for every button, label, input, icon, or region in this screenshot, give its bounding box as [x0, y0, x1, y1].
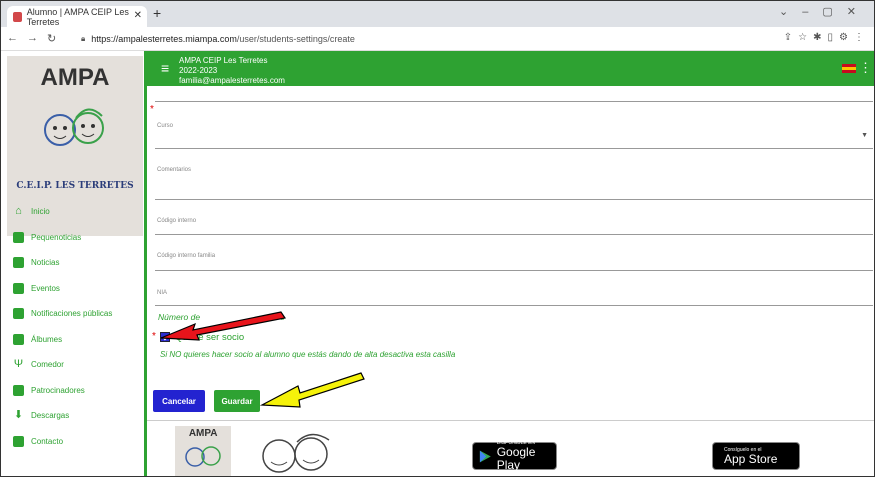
photo-icon	[13, 333, 24, 345]
news-icon	[13, 257, 24, 269]
sidebar-item-label: Noticias	[31, 258, 60, 268]
url-field[interactable]: 🔒︎ https://ampalesterretes.miampa.com /u…	[81, 30, 781, 48]
favicon-icon	[13, 11, 22, 22]
cutlery-icon: Ψ	[13, 358, 24, 371]
sidebar-item-label: Eventos	[31, 283, 60, 293]
codigo-familia-label: Código interno familia	[157, 253, 216, 259]
sidebar-item-label: Pequenoticias	[31, 232, 82, 242]
logo-subtitle: C.E.I.P. LES TERRETES	[16, 181, 134, 191]
sidebar-item-label: Inicio	[31, 207, 50, 217]
back-icon[interactable]: ←	[7, 32, 18, 44]
footer-logo-text: AMPA	[188, 428, 218, 439]
sidebar-item-label: Descargas	[31, 411, 70, 421]
student-form: * Curso ▼ Comentarios Código interno Cód…	[147, 86, 874, 476]
contact-icon	[13, 435, 24, 447]
app-header: ≡ AMPA CEIP Les Terretes 2022-2023 famil…	[147, 51, 874, 86]
browser-window: Alumno | AMPA CEIP Les Terretes ✕ + ⌄–▢✕…	[0, 0, 875, 477]
tab-bar: Alumno | AMPA CEIP Les Terretes ✕ + ⌄–▢✕	[1, 1, 874, 27]
required-marker: *	[150, 104, 154, 115]
sidebar-item-descargas[interactable]: ⬇ Descargas	[1, 403, 141, 429]
curso-select[interactable]: Curso ▼	[155, 106, 873, 149]
sidebar-item-label: Álbumes	[31, 334, 63, 344]
spain-flag-icon[interactable]	[842, 64, 856, 73]
sidebar-item-label: Patrocinadores	[31, 385, 85, 395]
nia-field[interactable]: NIA	[155, 271, 873, 306]
user-email: familia@ampalesterretes.com	[179, 76, 285, 85]
sidebar-item-label: Contacto	[31, 436, 64, 446]
org-name: AMPA CEIP Les Terretes	[179, 56, 268, 65]
menu-icon[interactable]: ≡	[161, 60, 169, 76]
codigo-interno-label: Código interno	[157, 218, 197, 224]
red-annotation-arrow	[160, 311, 286, 341]
google-play-badge[interactable]: DISPONIBLE EN Google Play	[472, 440, 557, 472]
sidebar-item-label: Comedor	[31, 360, 64, 370]
browser-tab[interactable]: Alumno | AMPA CEIP Les Terretes ✕	[7, 6, 147, 27]
apple-big-text: App Store	[724, 451, 778, 466]
sidebar-item-eventos[interactable]: Eventos	[1, 276, 141, 302]
codigo-interno-field[interactable]: Código interno	[155, 200, 873, 235]
google-play-icon	[479, 450, 491, 462]
url-path: /user/students-settings/create	[236, 34, 355, 44]
sidebar: AMPA C.E.I.P. LES TERRETES ⌂ Inicio Pequ…	[1, 51, 147, 476]
address-bar: ← → ↻ 🔒︎ https://ampalesterretes.miampa.…	[1, 27, 874, 51]
sidebar-item-contacto[interactable]: Contacto	[1, 429, 141, 455]
more-options-icon[interactable]: ⋮	[859, 60, 872, 76]
reload-icon[interactable]: ↻	[47, 32, 56, 45]
news-icon	[13, 231, 24, 243]
sidebar-item-pequenoticias[interactable]: Pequenoticias	[1, 225, 141, 251]
logo-title: AMPA	[40, 64, 110, 91]
yellow-annotation-arrow	[259, 372, 365, 408]
kids-drawing-icon	[44, 108, 104, 146]
close-tab-icon[interactable]: ✕	[134, 10, 142, 21]
forward-icon[interactable]: →	[27, 32, 38, 44]
dropdown-arrow-icon: ▼	[861, 132, 868, 139]
window-controls[interactable]: ⌄–▢✕	[779, 5, 870, 18]
lock-icon: 🔒︎	[81, 34, 86, 43]
toolbar-icons[interactable]: ⇪☆✱▯⚙⋮	[784, 32, 870, 43]
sidebar-item-label: Notificaciones públicas	[31, 309, 113, 319]
tab-title: Alumno | AMPA CEIP Les Terretes	[26, 6, 129, 27]
school-year: 2022-2023	[179, 66, 218, 75]
new-tab-icon[interactable]: +	[153, 5, 161, 21]
cancel-button[interactable]: Cancelar	[153, 390, 205, 412]
sidebar-item-notificaciones[interactable]: Notificaciones públicas	[1, 301, 141, 327]
sidebar-item-albumes[interactable]: Álbumes	[1, 327, 141, 353]
save-button[interactable]: Guardar	[214, 390, 260, 412]
sidebar-nav: ⌂ Inicio Pequenoticias Noticias Eventos …	[1, 199, 141, 454]
sidebar-item-patrocinadores[interactable]: Patrocinadores	[1, 378, 141, 404]
sidebar-item-inicio[interactable]: ⌂ Inicio	[1, 199, 141, 225]
url-host: https://ampalesterretes.miampa.com	[91, 34, 237, 44]
codigo-familia-field[interactable]: Código interno familia	[155, 235, 873, 271]
socio-help-text: Si NO quieres hacer socio al alumno que …	[160, 350, 456, 359]
curso-label: Curso	[157, 123, 174, 129]
previous-field[interactable]	[155, 86, 873, 102]
home-icon: ⌂	[15, 205, 22, 218]
footer-ampa-logo: AMPA	[175, 426, 231, 476]
sidebar-item-comedor[interactable]: Ψ Comedor	[1, 352, 141, 378]
kids-sketch-icon	[262, 433, 330, 473]
comentarios-label: Comentarios	[157, 167, 192, 173]
sidebar-item-noticias[interactable]: Noticias	[1, 250, 141, 276]
message-icon	[13, 308, 24, 320]
nia-label: NIA	[157, 290, 168, 296]
google-big-text: Google Play	[496, 445, 536, 472]
app-store-badge[interactable]: Consíguelo en el App Store	[712, 442, 800, 470]
footer-kids-icon	[185, 446, 221, 467]
store-icon	[13, 384, 24, 396]
footer-divider	[147, 420, 874, 421]
calendar-icon	[13, 282, 24, 294]
org-info: AMPA CEIP Les Terretes 2022-2023 familia…	[179, 56, 285, 86]
comentarios-field[interactable]: Comentarios	[155, 149, 873, 200]
download-icon: ⬇	[13, 409, 24, 422]
